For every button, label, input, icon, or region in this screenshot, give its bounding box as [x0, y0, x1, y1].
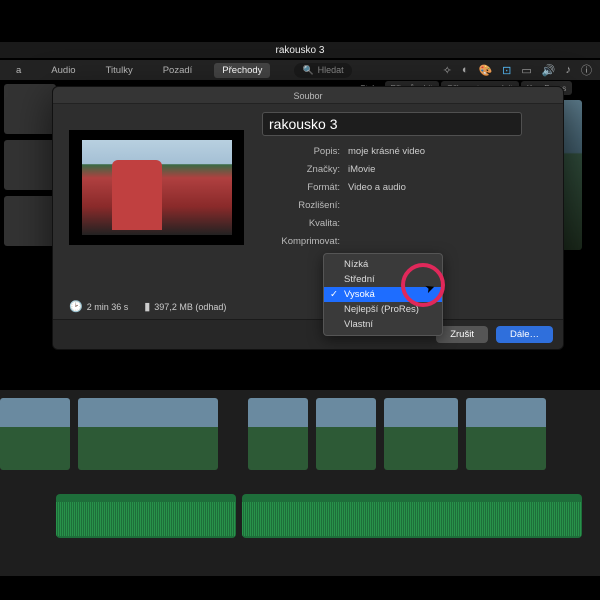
field-label-format: Formát: — [262, 182, 348, 193]
field-label-quality: Kvalita: — [262, 218, 348, 229]
quality-option-custom[interactable]: Vlastní — [324, 317, 442, 332]
field-label-resolution: Rozlišení: — [262, 200, 348, 211]
video-track[interactable]: s – MŮJ…7,2 s – S iPhone… 4,0 s –4,0 s – — [0, 398, 600, 480]
audio-clip[interactable]: 58,3 s – Documentary — [242, 494, 582, 538]
timeline[interactable]: s – MŮJ…7,2 s – S iPhone…4,0 s –4,0 s – … — [0, 390, 600, 576]
quality-dropdown[interactable]: Nízká Střední Vysoká Nejlepší (ProRes) V… — [323, 253, 443, 336]
timeline-clip[interactable] — [384, 398, 458, 470]
quality-option-low[interactable]: Nízká — [324, 257, 442, 272]
menu-item-transitions[interactable]: Přechody — [214, 63, 270, 78]
field-value-tags[interactable]: iMovie — [348, 164, 375, 175]
media-thumb[interactable] — [4, 196, 56, 246]
media-thumb[interactable] — [4, 140, 56, 190]
timeline-clip[interactable]: 4,0 s – — [248, 398, 308, 470]
timeline-clip[interactable]: 7,2 s – S iPhone… — [78, 398, 218, 470]
dialog-title: Soubor — [53, 87, 563, 104]
palette-icon[interactable]: 🎨 — [478, 64, 492, 77]
field-value-description[interactable]: moje krásné video — [348, 146, 425, 157]
menu-item-titles[interactable]: Titulky — [98, 63, 141, 78]
next-button[interactable]: Dále… — [496, 326, 553, 343]
audio-clip[interactable]: 22,2 s – Documentary — [56, 494, 236, 538]
audio-track[interactable]: 22,2 s – Documentary58,3 s – Documentary — [0, 484, 600, 540]
clock-icon: 🕑 — [69, 301, 83, 313]
field-value-format[interactable]: Video a audio — [348, 182, 406, 193]
magic-wand-icon[interactable]: ✧ — [443, 64, 452, 77]
media-thumb[interactable] — [4, 84, 56, 134]
menu-item[interactable]: a — [8, 63, 29, 78]
window-title: rakousko 3 — [0, 42, 600, 58]
export-preview — [69, 130, 244, 245]
right-toolbar: ✧ ◐ 🎨 ⊡ ▭ 🔊 ♪ ⓘ — [443, 62, 592, 78]
cancel-button[interactable]: Zrušit — [436, 326, 488, 343]
field-label-tags: Značky: — [262, 164, 348, 175]
timeline-clip[interactable]: s – MŮJ… — [0, 398, 70, 470]
crop-icon[interactable]: ⊡ — [502, 64, 511, 77]
search-icon: 🔍 — [302, 65, 313, 76]
timeline-clip[interactable] — [466, 398, 546, 470]
menu-item-backgrounds[interactable]: Pozadí — [155, 63, 201, 78]
field-label-description: Popis: — [262, 146, 348, 157]
export-info: 🕑 2 min 36 s ▮ 397,2 MB (odhad) — [53, 300, 563, 319]
stabilize-icon[interactable]: ▭ — [521, 64, 531, 77]
menu-item-audio[interactable]: Audio — [43, 63, 83, 78]
dialog-footer: Zrušit Dále… — [53, 319, 563, 349]
search-placeholder: Hledat — [318, 65, 344, 75]
field-label-compress: Komprimovat: — [262, 236, 348, 247]
info-icon[interactable]: ⓘ — [581, 62, 592, 78]
media-browser — [0, 80, 60, 250]
file-icon: ▮ — [144, 301, 150, 313]
quality-option-best[interactable]: Nejlepší (ProRes) — [324, 302, 442, 317]
export-size: 397,2 MB (odhad) — [154, 302, 226, 312]
volume-icon[interactable]: 🔊 — [542, 64, 556, 77]
main-menu: a Audio Titulky Pozadí Přechody 🔍 Hledat… — [0, 60, 600, 80]
export-dialog: Soubor Popis: moje krásné video Značky: … — [52, 86, 564, 350]
search-input[interactable]: 🔍 Hledat — [294, 63, 351, 78]
noise-icon[interactable]: ♪ — [566, 64, 572, 76]
timeline-clip[interactable]: 4,0 s – — [316, 398, 376, 470]
export-name-input[interactable] — [262, 112, 522, 136]
color-balance-icon[interactable]: ◐ — [462, 64, 469, 76]
export-duration: 2 min 36 s — [87, 302, 129, 312]
